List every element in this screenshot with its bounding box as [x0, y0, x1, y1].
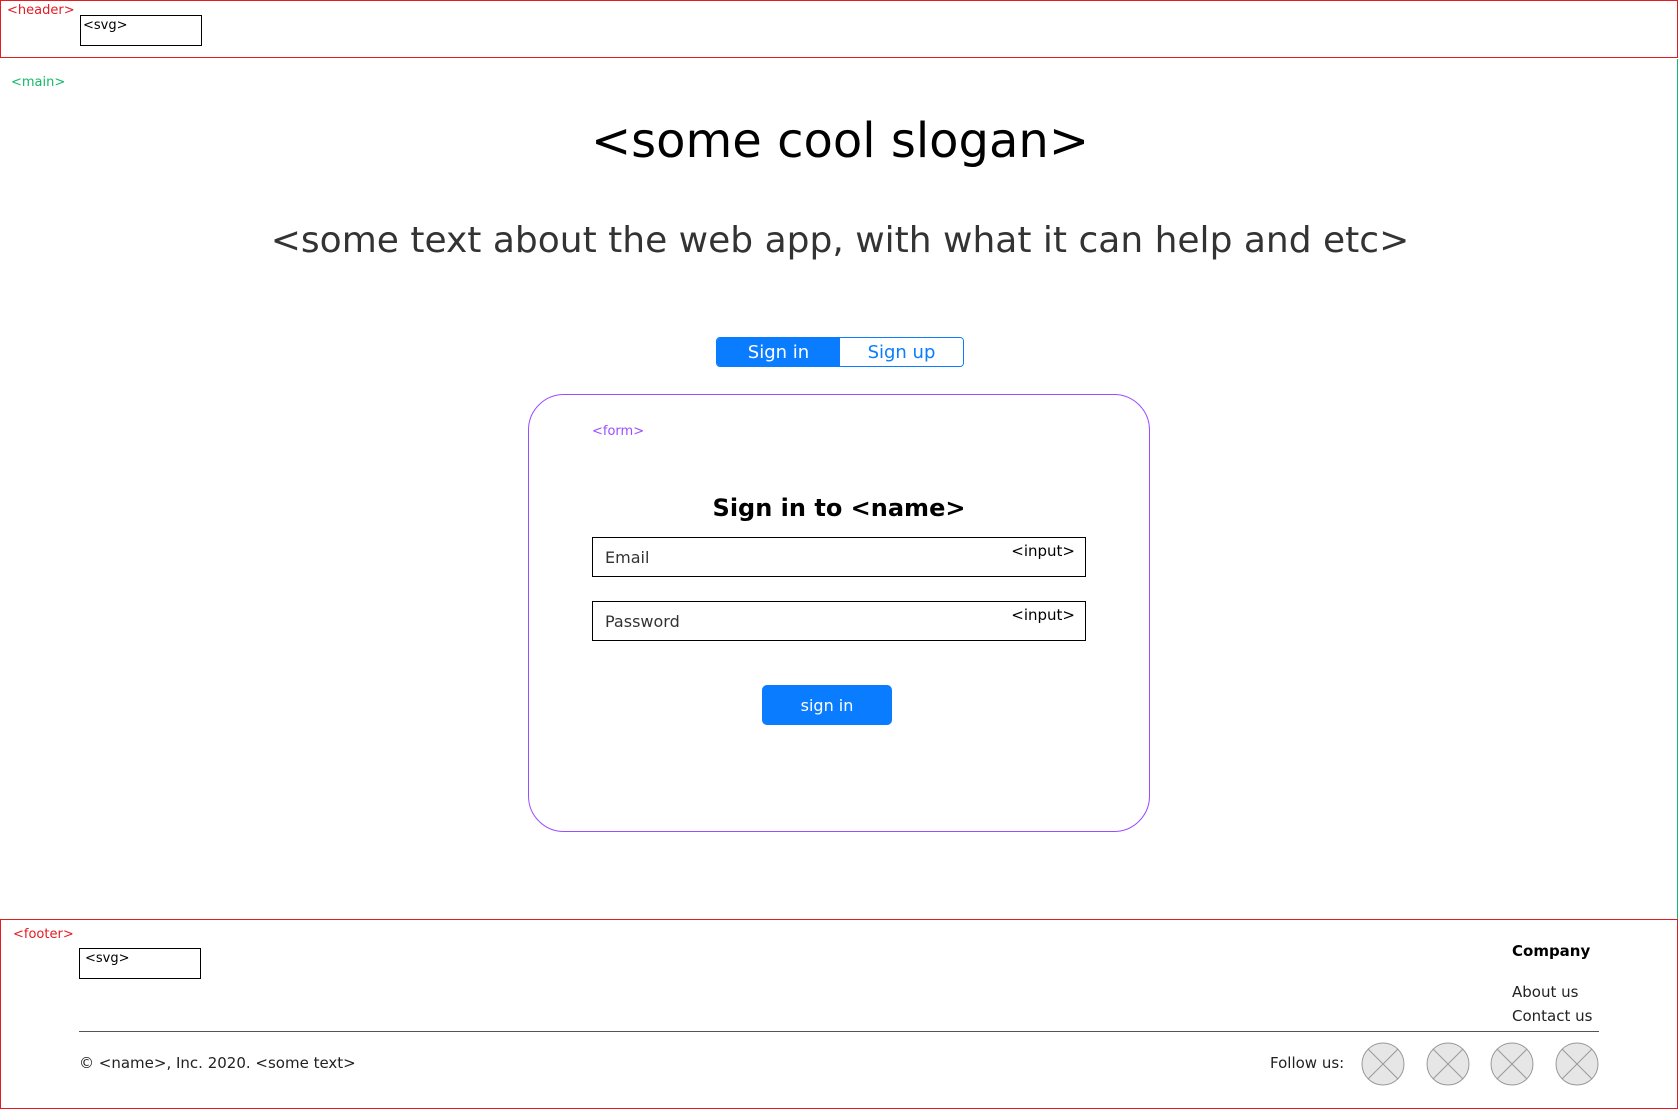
auth-tab-switch: Sign in Sign up	[716, 337, 964, 367]
copyright-text: © <name>, Inc. 2020. <some text>	[79, 1054, 356, 1072]
social-placeholder-icon[interactable]	[1426, 1042, 1470, 1086]
header-tag-label: <header>	[7, 3, 75, 18]
page-title: <some cool slogan>	[590, 113, 1090, 169]
main-tag-label: <main>	[11, 75, 66, 90]
footer-tag-label: <footer>	[13, 927, 74, 942]
footer-logo-label: <svg>	[85, 951, 130, 966]
email-placeholder: Email	[605, 548, 650, 567]
email-field[interactable]: Email <input>	[592, 537, 1086, 577]
social-placeholder-icon[interactable]	[1361, 1042, 1405, 1086]
footer-company-heading: Company	[1512, 942, 1591, 960]
email-input-tag: <input>	[1011, 542, 1075, 560]
password-placeholder: Password	[605, 612, 680, 631]
sign-in-button[interactable]: sign in	[762, 685, 892, 725]
social-placeholder-icon[interactable]	[1490, 1042, 1534, 1086]
follow-label: Follow us:	[1270, 1054, 1345, 1072]
social-placeholder-icon[interactable]	[1555, 1042, 1599, 1086]
page-header: <header> <svg>	[0, 0, 1678, 58]
form-tag-label: <form>	[592, 424, 645, 439]
footer-link-about[interactable]: About us	[1512, 983, 1578, 1001]
password-field[interactable]: Password <input>	[592, 601, 1086, 641]
footer-divider	[79, 1031, 1599, 1032]
tab-sign-in[interactable]: Sign in	[717, 338, 840, 366]
header-logo-label: <svg>	[83, 18, 128, 33]
password-input-tag: <input>	[1011, 606, 1075, 624]
page-description: <some text about the web app, with what …	[270, 220, 1410, 261]
form-title: Sign in to <name>	[712, 494, 966, 522]
tab-sign-up[interactable]: Sign up	[840, 338, 963, 366]
footer-link-contact[interactable]: Contact us	[1512, 1007, 1592, 1025]
footer-logo[interactable]: <svg>	[79, 948, 201, 979]
header-logo[interactable]: <svg>	[80, 15, 202, 46]
